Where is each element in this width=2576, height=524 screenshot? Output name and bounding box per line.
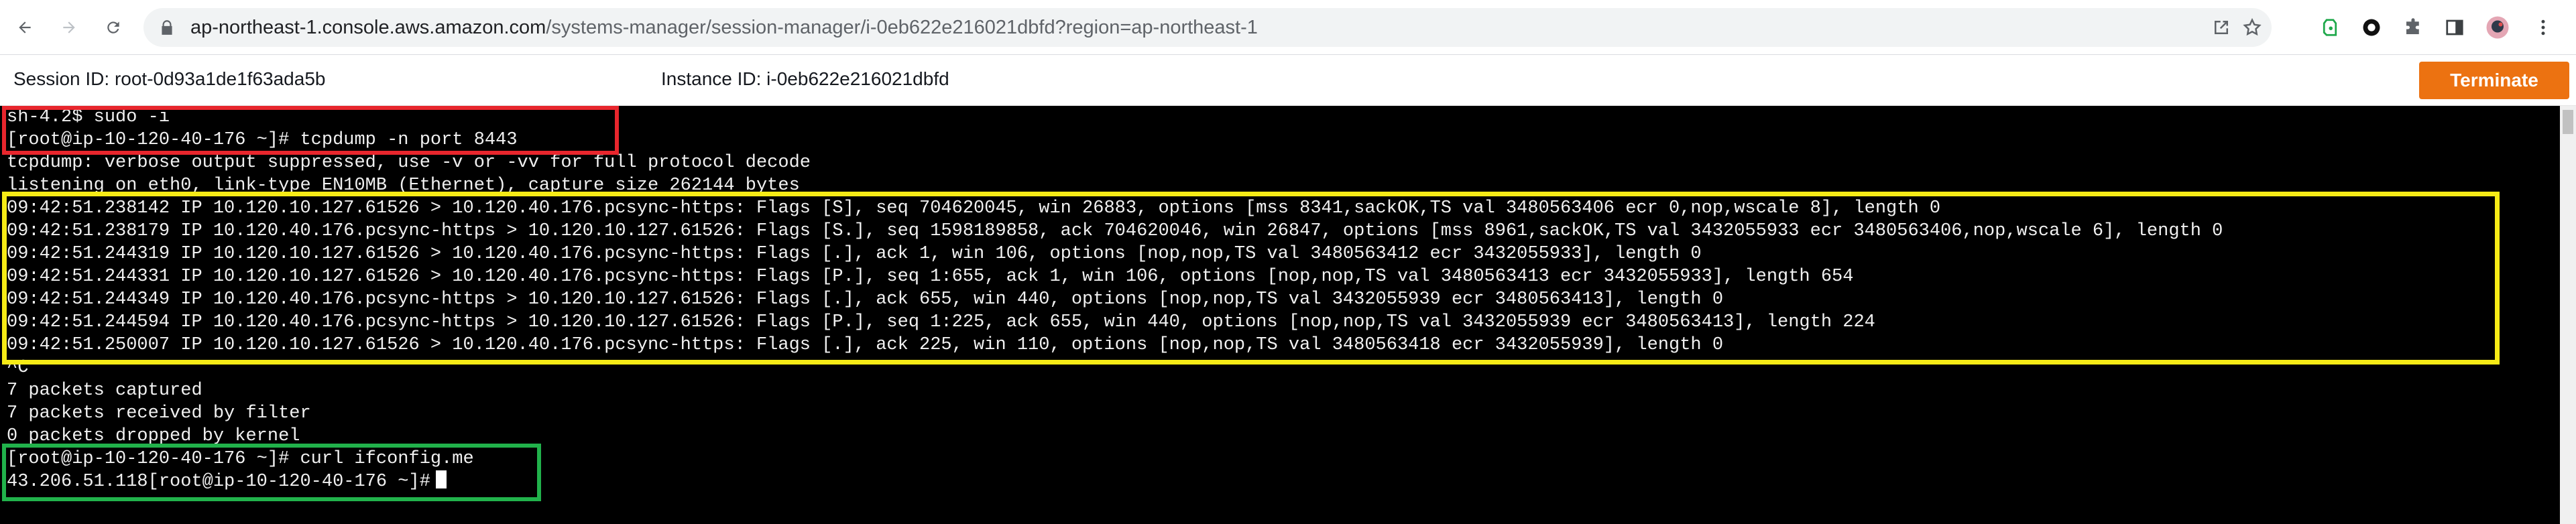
session-header: Session ID: root-0d93a1de1f63ada5b Insta… [0, 55, 2576, 106]
terminal-line: 09:42:51.244319 IP 10.120.10.127.61526 >… [7, 244, 1702, 264]
terminal-line: 0 packets dropped by kernel [7, 426, 300, 446]
terminal-line: sh-4.2$ sudo -i [7, 107, 170, 127]
url-host: ap-northeast-1.console.aws.amazon.com [190, 17, 546, 38]
url-text[interactable]: ap-northeast-1.console.aws.amazon.com/sy… [190, 17, 1258, 38]
terminate-button[interactable]: Terminate [2419, 62, 2569, 99]
terminal-line: 09:42:51.244349 IP 10.120.40.176.pcsync-… [7, 289, 1724, 310]
kebab-menu-icon[interactable] [2530, 15, 2556, 40]
evernote-icon[interactable] [2317, 15, 2343, 40]
scrollbar-thumb[interactable] [2563, 110, 2573, 134]
terminal-line: listening on eth0, link-type EN10MB (Eth… [7, 176, 800, 196]
terminal-prompt-line: 43.206.51.118[root@ip-10-120-40-176 ~]# [7, 470, 447, 493]
terminal-cursor[interactable] [435, 470, 447, 488]
back-arrow-icon[interactable] [11, 13, 39, 42]
forward-arrow-icon[interactable] [55, 13, 83, 42]
lock-icon[interactable] [158, 19, 176, 36]
circle-extension-icon[interactable] [2359, 15, 2384, 40]
session-id: Session ID: root-0d93a1de1f63ada5b [13, 68, 326, 89]
terminal-prompt-text: 43.206.51.118[root@ip-10-120-40-176 ~]# [7, 472, 430, 492]
reload-icon[interactable] [99, 13, 127, 42]
terminal-line: 09:42:51.238142 IP 10.120.10.127.61526 >… [7, 198, 1941, 218]
terminal-line: 7 packets captured [7, 381, 202, 401]
terminal-line: 09:42:51.238179 IP 10.120.40.176.pcsync-… [7, 221, 2223, 241]
terminal-line: 09:42:51.244331 IP 10.120.10.127.61526 >… [7, 267, 1854, 287]
puzzle-extensions-icon[interactable] [2400, 15, 2426, 40]
terminal-line: [root@ip-10-120-40-176 ~]# curl ifconfig… [7, 449, 474, 469]
terminal-line: [root@ip-10-120-40-176 ~]# tcpdump -n po… [7, 130, 518, 150]
terminal-line: tcpdump: verbose output suppressed, use … [7, 153, 811, 173]
url-path: /systems-manager/session-manager/i-0eb62… [546, 17, 1258, 38]
terminal-line: 7 packets received by filter [7, 403, 311, 423]
share-icon[interactable] [2211, 17, 2231, 38]
address-bar[interactable]: ap-northeast-1.console.aws.amazon.com/sy… [143, 8, 2272, 47]
terminal-line: ^C [7, 358, 29, 378]
star-icon[interactable] [2242, 17, 2262, 38]
sidepanel-icon[interactable] [2442, 15, 2467, 40]
profile-avatar[interactable] [2485, 15, 2510, 40]
instance-id: Instance ID: i-0eb622e216021dbfd [661, 68, 949, 89]
terminal-scrollbar[interactable] [2560, 106, 2576, 524]
terminal-line: 09:42:51.244594 IP 10.120.40.176.pcsync-… [7, 312, 1875, 332]
terminal-line: 09:42:51.250007 IP 10.120.10.127.61526 >… [7, 335, 1724, 355]
browser-toolbar: ap-northeast-1.console.aws.amazon.com/sy… [0, 0, 2576, 55]
